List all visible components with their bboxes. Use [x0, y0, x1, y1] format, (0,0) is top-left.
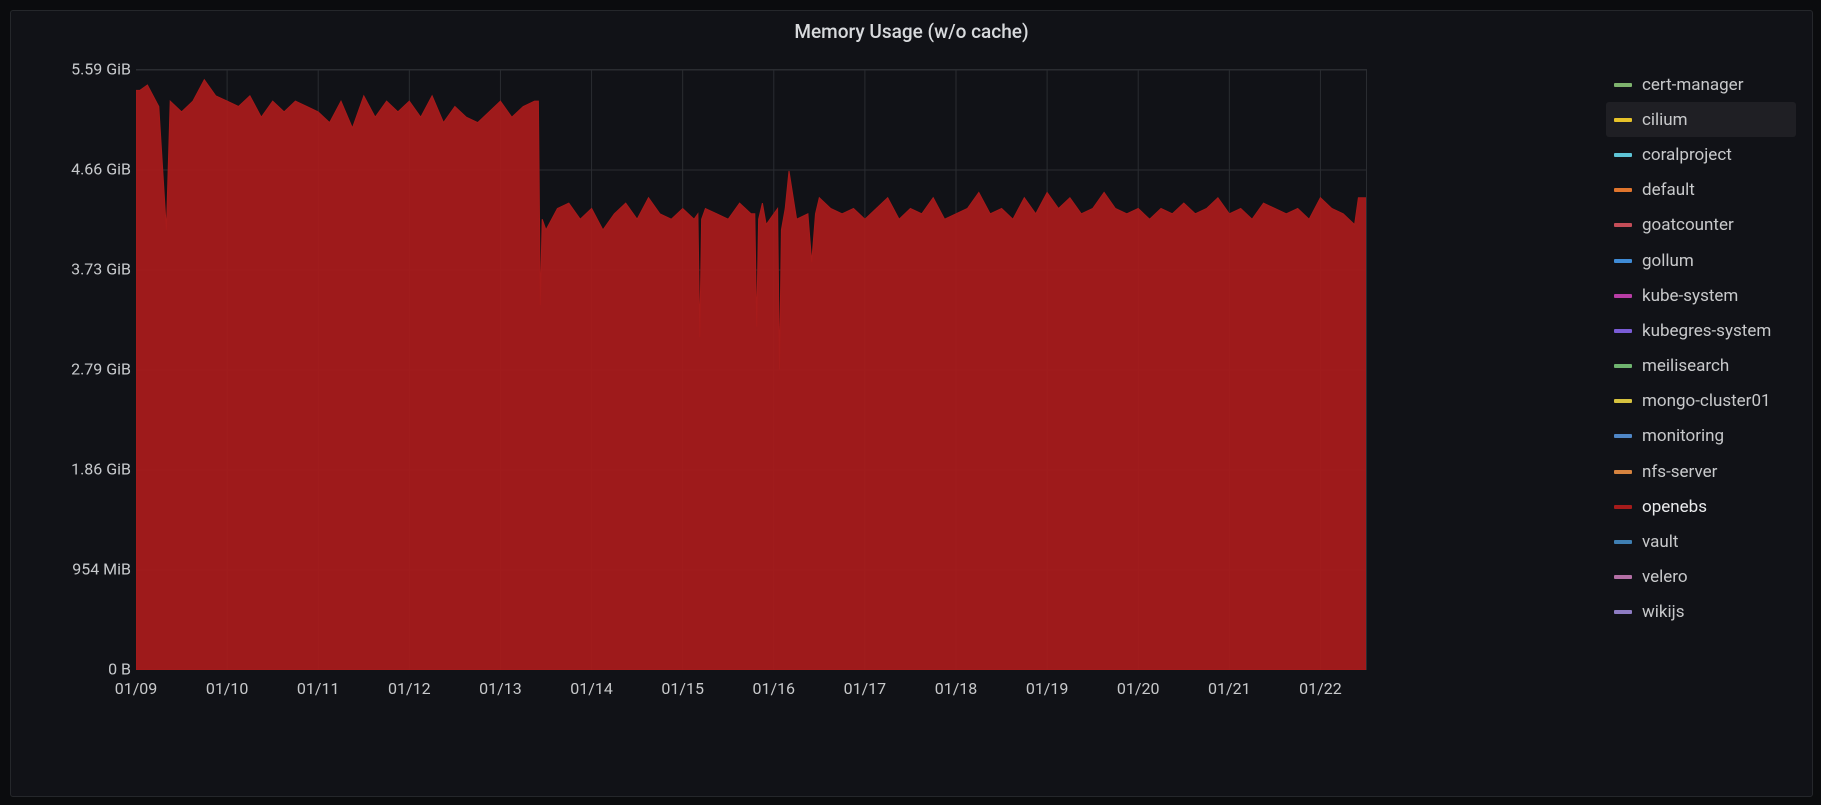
legend-item-kubegres-system[interactable]: kubegres-system: [1606, 313, 1796, 348]
x-axis-tick: 01/19: [1026, 679, 1069, 698]
legend-label: cilium: [1642, 110, 1688, 130]
series-openebs: [136, 80, 1366, 670]
x-axis-tick: 01/16: [752, 679, 795, 698]
x-axis-tick: 01/18: [935, 679, 978, 698]
x-axis-tick: 01/15: [661, 679, 704, 698]
legend-label: openebs: [1642, 497, 1707, 517]
legend-swatch: [1614, 364, 1632, 368]
y-axis-tick: 2.79 GiB: [31, 360, 131, 379]
legend-swatch: [1614, 153, 1632, 157]
legend-label: wikijs: [1642, 602, 1685, 622]
legend-item-gollum[interactable]: gollum: [1606, 243, 1796, 278]
y-axis-tick: 0 B: [31, 660, 131, 679]
x-axis-tick: 01/20: [1117, 679, 1160, 698]
legend-swatch: [1614, 223, 1632, 227]
chart-container: 0 B 954 MiB 1.86 GiB 2.79 GiB 3.73 GiB 4.66 G…: [21, 59, 1621, 749]
legend-label: gollum: [1642, 251, 1694, 271]
plot-svg: [136, 70, 1366, 670]
legend-item-cilium[interactable]: cilium: [1606, 102, 1796, 137]
legend-item-cert-manager[interactable]: cert-manager: [1606, 67, 1796, 102]
plot-area[interactable]: [136, 69, 1367, 670]
y-axis-tick: 1.86 GiB: [31, 460, 131, 479]
legend-item-wikijs[interactable]: wikijs: [1606, 595, 1796, 630]
legend-label: velero: [1642, 567, 1688, 587]
legend-item-vault[interactable]: vault: [1606, 524, 1796, 559]
legend-item-coralproject[interactable]: coralproject: [1606, 137, 1796, 172]
y-axis-tick: 954 MiB: [31, 560, 131, 579]
legend-swatch: [1614, 259, 1632, 263]
legend-label: coralproject: [1642, 145, 1732, 165]
x-axis-tick: 01/13: [479, 679, 522, 698]
legend-label: goatcounter: [1642, 215, 1734, 235]
legend-item-nfs-server[interactable]: nfs-server: [1606, 454, 1796, 489]
x-axis-tick: 01/12: [388, 679, 431, 698]
x-axis-tick: 01/09: [115, 679, 158, 698]
legend-swatch: [1614, 294, 1632, 298]
legend-swatch: [1614, 188, 1632, 192]
x-axis-tick: 01/14: [570, 679, 613, 698]
memory-usage-panel: Memory Usage (w/o cache) 0 B 954 MiB 1.86 …: [10, 10, 1813, 797]
x-axis-tick: 01/10: [206, 679, 249, 698]
legend-label: mongo-cluster01: [1642, 391, 1771, 411]
legend-item-meilisearch[interactable]: meilisearch: [1606, 349, 1796, 384]
y-axis-tick: 3.73 GiB: [31, 260, 131, 279]
legend-swatch: [1614, 118, 1632, 122]
legend-swatch: [1614, 505, 1632, 509]
legend-item-openebs[interactable]: openebs: [1606, 489, 1796, 524]
x-axis-tick: 01/17: [844, 679, 887, 698]
legend-swatch: [1614, 610, 1632, 614]
legend-label: kubegres-system: [1642, 321, 1771, 341]
x-axis-tick: 01/11: [297, 679, 340, 698]
legend-item-default[interactable]: default: [1606, 173, 1796, 208]
legend-swatch: [1614, 434, 1632, 438]
legend-swatch: [1614, 575, 1632, 579]
legend-item-monitoring[interactable]: monitoring: [1606, 419, 1796, 454]
legend-label: kube-system: [1642, 286, 1738, 306]
area-series: [136, 80, 1366, 670]
panel-title: Memory Usage (w/o cache): [11, 11, 1812, 54]
legend-label: default: [1642, 180, 1695, 200]
legend-swatch: [1614, 399, 1632, 403]
legend-swatch: [1614, 470, 1632, 474]
legend-item-mongo-cluster01[interactable]: mongo-cluster01: [1606, 384, 1796, 419]
legend-label: meilisearch: [1642, 356, 1729, 376]
legend-item-goatcounter[interactable]: goatcounter: [1606, 208, 1796, 243]
legend-label: monitoring: [1642, 426, 1724, 446]
legend-swatch: [1614, 329, 1632, 333]
legend-label: vault: [1642, 532, 1678, 552]
legend-swatch: [1614, 83, 1632, 87]
legend-label: nfs-server: [1642, 462, 1717, 482]
y-axis-tick: 4.66 GiB: [31, 160, 131, 179]
x-axis-tick: 01/22: [1299, 679, 1342, 698]
legend-swatch: [1614, 540, 1632, 544]
legend-item-kube-system[interactable]: kube-system: [1606, 278, 1796, 313]
legend-item-velero[interactable]: velero: [1606, 560, 1796, 595]
legend: cert-manager cilium coralproject default goa…: [1606, 67, 1796, 630]
y-axis-tick: 5.59 GiB: [31, 60, 131, 79]
x-axis-tick: 01/21: [1208, 679, 1251, 698]
legend-label: cert-manager: [1642, 75, 1743, 95]
